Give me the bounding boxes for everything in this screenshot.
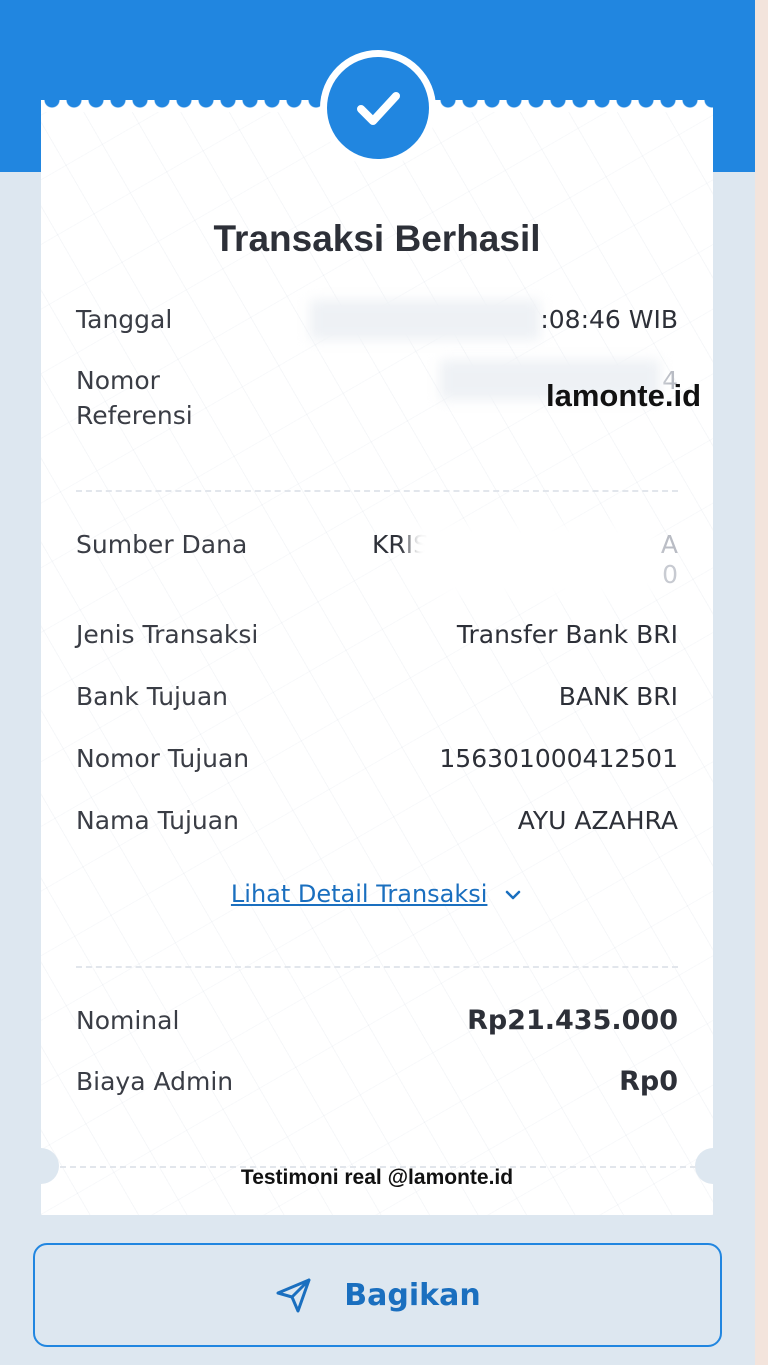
share-button[interactable]: Bagikan (33, 1243, 722, 1347)
transaction-type-value: Transfer Bank BRI (456, 620, 678, 649)
destination-number-label: Nomor Tujuan (76, 744, 250, 773)
destination-bank-value: BANK BRI (558, 682, 678, 711)
nominal-value: Rp21.435.000 (467, 1005, 678, 1036)
view-details-label: Lihat Detail Transaksi (230, 880, 488, 908)
admin-fee-label: Biaya Admin (76, 1067, 234, 1096)
transaction-type-label: Jenis Transaksi (76, 620, 259, 649)
divider (76, 490, 678, 492)
redacted-source (410, 525, 655, 595)
date-value: :08:46 WIB (540, 305, 678, 334)
source-label: Sumber Dana (76, 530, 248, 559)
share-button-label: Bagikan (344, 1277, 481, 1313)
side-strip (755, 0, 768, 1365)
destination-number-value: 156301000412501 (439, 744, 678, 773)
send-icon (276, 1278, 311, 1313)
destination-name-value: AYU AZAHRA (517, 806, 678, 835)
bri-watermark-pattern (41, 112, 713, 1215)
source-account-tail: 0 (662, 560, 678, 589)
destination-bank-label: Bank Tujuan (76, 682, 229, 711)
admin-fee-value: Rp0 (619, 1066, 678, 1097)
chevron-down-icon (505, 890, 521, 900)
brand-watermark: lamonte.id (546, 378, 702, 413)
success-badge (320, 50, 436, 166)
nominal-label: Nominal (76, 1006, 180, 1035)
receipt-card (41, 112, 713, 1215)
reference-label: Nomor Referensi (76, 366, 193, 430)
redacted-date (310, 300, 540, 340)
destination-name-label: Nama Tujuan (76, 806, 239, 835)
date-label: Tanggal (76, 305, 173, 334)
check-icon (357, 92, 400, 125)
view-details-link[interactable]: Lihat Detail Transaksi (41, 880, 713, 908)
success-badge-circle (327, 57, 429, 159)
page-title: Transaksi Berhasil (213, 218, 541, 259)
testimonial-caption: Testimoni real @lamonte.id (240, 1166, 514, 1189)
divider (76, 966, 678, 968)
